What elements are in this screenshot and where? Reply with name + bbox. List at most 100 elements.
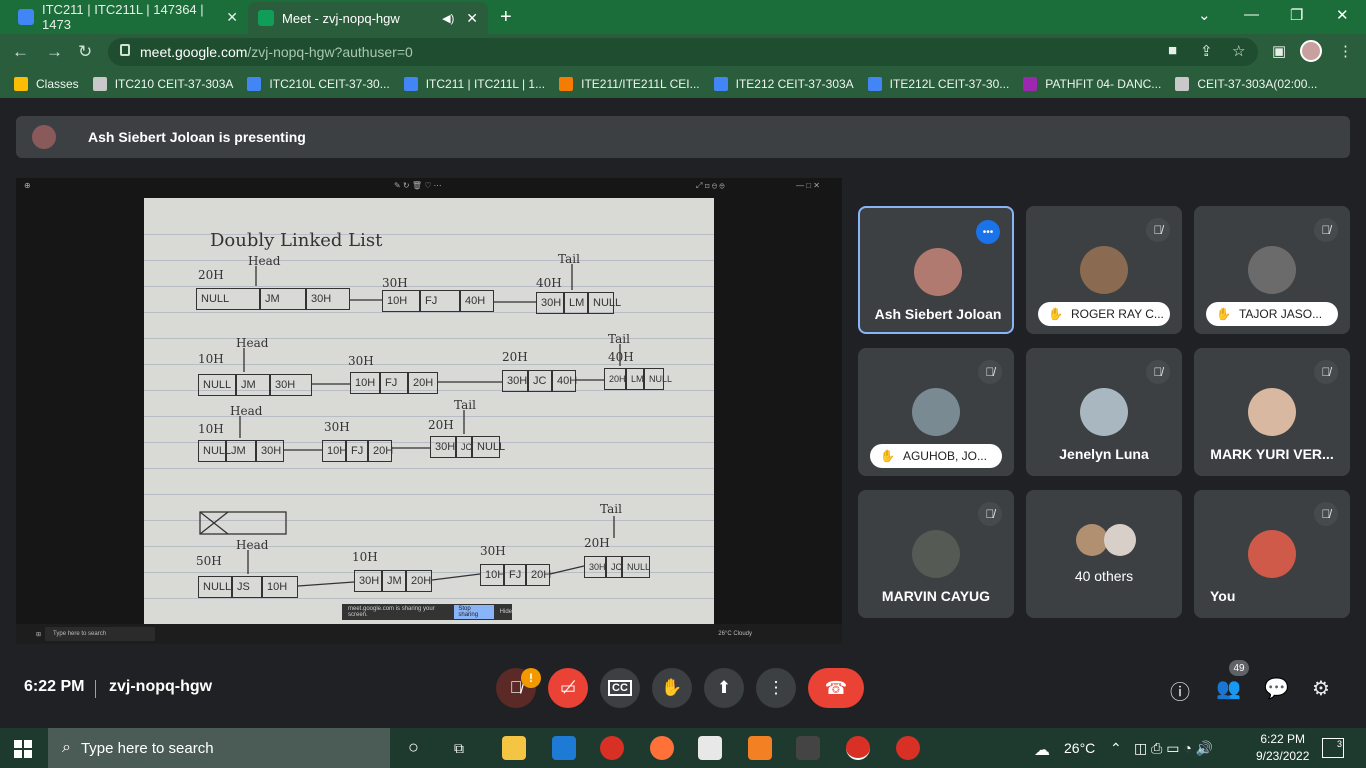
restore-button[interactable]: ❐ <box>1290 6 1303 24</box>
close-window-button[interactable]: ✕ <box>1336 6 1349 24</box>
menu-icon[interactable]: ⋮ <box>1338 42 1353 60</box>
browser-tab-meet[interactable]: Meet - zvj-nopq-hgw ◀) ✕ <box>248 2 488 34</box>
participant-avatar <box>912 388 960 436</box>
new-tab-button[interactable]: + <box>500 6 512 29</box>
bookmark-label: ITE211/ITE211L CEI... <box>581 77 700 91</box>
minimize-button[interactable]: — <box>1244 6 1259 23</box>
hand-icon: ✋ <box>661 678 683 697</box>
bookmark-item[interactable]: ITE211/ITE211L CEI... <box>559 77 700 91</box>
meet-stage: Ash Siebert Joloan is presenting ⊕ ✎ ↻ 🗑… <box>0 98 1366 728</box>
lock-icon <box>120 44 130 56</box>
bookmark-item[interactable]: CEIT-37-303A(02:00... <box>1175 77 1317 91</box>
bookmark-item[interactable]: ITC210 CEIT-37-303A <box>92 77 234 91</box>
end-call-button[interactable]: ☎ <box>808 668 864 708</box>
alert-badge: ! <box>521 668 541 688</box>
participant-tile[interactable]: ••• Ash Siebert Joloan <box>858 206 1014 334</box>
meeting-details-icon[interactable]: ⓘ <box>1170 676 1190 705</box>
cortana-icon[interactable]: ○ <box>408 737 419 758</box>
bookmark-icon <box>92 77 107 91</box>
forward-button[interactable]: → <box>46 42 63 62</box>
side-panel-icon[interactable]: ▣ <box>1272 42 1286 60</box>
sublime-text-icon[interactable] <box>748 736 772 760</box>
camera-toggle-button[interactable]: ▭̸ <box>548 668 588 708</box>
participant-count-badge: 49 <box>1229 660 1249 676</box>
bookmark-icon <box>867 77 882 91</box>
bookmark-label: ITC210 CEIT-37-303A <box>114 77 234 91</box>
participant-name: TAJOR JASO... <box>1238 307 1323 321</box>
bookmark-icon <box>247 77 262 91</box>
reload-button[interactable]: ↻ <box>78 42 92 62</box>
shared-screen[interactable]: ⊕ ✎ ↻ 🗑 ♡ ⋯ ⤢ ⊡ ⊖ ⊕ — □ ✕ Doubly Linked … <box>16 178 842 644</box>
bookmark-item[interactable]: ITC211 | ITC211L | 1... <box>403 77 545 91</box>
game-app-icon[interactable] <box>796 736 820 760</box>
hand-icon: ✋ <box>880 449 895 463</box>
hide-button[interactable]: Hide <box>500 609 512 615</box>
participant-tile[interactable]: 🎙̸ Jenelyn Luna <box>1026 348 1182 476</box>
speaker-icon[interactable]: ◀) <box>442 12 454 25</box>
chat-icon[interactable]: 💬 <box>1264 676 1289 701</box>
participant-avatar <box>1080 246 1128 294</box>
bookmark-item[interactable]: ITE212L CEIT-37-30... <box>867 77 1009 91</box>
office-app-icon[interactable] <box>698 736 722 760</box>
divider <box>95 680 96 698</box>
participant-name: You <box>1210 588 1236 604</box>
meeting-time: 6:22 PM <box>24 678 85 695</box>
close-icon[interactable]: ✕ <box>226 9 238 26</box>
clock-time: 6:22 PM <box>1260 732 1306 746</box>
tab-label: Meet - zvj-nopq-hgw <box>282 10 400 26</box>
captions-button[interactable]: CC <box>600 668 640 708</box>
url-path: /zvj-nopq-hgw?authuser=0 <box>247 44 413 60</box>
participant-tile[interactable]: 🎙̸ MARK YURI VER... <box>1194 348 1350 476</box>
hand-icon: ✋ <box>1216 307 1231 321</box>
bookmark-item[interactable]: PATHFIT 04- DANC... <box>1023 77 1161 91</box>
bookmark-item[interactable]: Classes <box>14 77 79 91</box>
stop-sharing-button[interactable]: Stop sharing <box>454 605 494 619</box>
more-options-button[interactable]: ⋮ <box>756 668 796 708</box>
profile-avatar[interactable] <box>1300 40 1322 62</box>
viewer-controls-icon: ⤢ ⊡ ⊖ ⊕ <box>696 181 725 190</box>
address-bar[interactable]: meet.google.com /zvj-nopq-hgw?authuser=0 <box>108 38 1258 66</box>
camera-icon[interactable]: ■ <box>1168 42 1177 59</box>
bookmark-item[interactable]: ITC210L CEIT-37-30... <box>247 77 390 91</box>
people-icon[interactable]: 👥 <box>1216 676 1241 701</box>
notification-center-icon[interactable]: 3 <box>1322 738 1344 758</box>
self-tile[interactable]: 🎙̸ You <box>1194 490 1350 618</box>
participant-tile[interactable]: 🎙̸ ✋ TAJOR JASO... <box>1194 206 1350 334</box>
taskbar-search[interactable]: ⌕ Type here to search <box>48 728 390 768</box>
tab-label: ITC211 | ITC211L | 147364 | 1473 <box>42 2 204 32</box>
close-icon[interactable]: ✕ <box>466 10 478 27</box>
bookmark-star-icon[interactable]: ☆ <box>1232 42 1245 60</box>
participant-avatar <box>914 248 962 296</box>
participant-tile[interactable]: 🎙̸ ✋ ROGER RAY C... <box>1026 206 1182 334</box>
chrome-window-icon[interactable] <box>846 736 870 760</box>
bookmark-item[interactable]: ITE212 CEIT-37-303A <box>713 77 854 91</box>
more-vert-icon: ⋮ <box>767 678 785 697</box>
windows-icon: ⊞ <box>36 631 42 638</box>
raise-hand-button[interactable]: ✋ <box>652 668 692 708</box>
handwritten-arrows <box>199 264 621 587</box>
mail-icon[interactable] <box>552 736 576 760</box>
bookmark-label: PATHFIT 04- DANC... <box>1045 77 1162 91</box>
mic-off-icon: 🎙̸ <box>1314 360 1338 384</box>
back-button[interactable]: ← <box>12 42 29 62</box>
browser-tab-itc211[interactable]: ITC211 | ITC211L | 147364 | 1473 ✕ <box>8 0 248 34</box>
others-count: 40 others <box>1074 568 1134 584</box>
share-icon[interactable]: ⇪ <box>1200 42 1213 60</box>
participant-name: AGUHOB, JO... <box>902 449 987 463</box>
chrome-icon[interactable] <box>600 736 624 760</box>
task-view-icon[interactable]: ⧉ <box>454 740 464 757</box>
windows-start-icon[interactable] <box>14 740 32 758</box>
system-clock[interactable]: 6:22 PM 9/23/2022 <box>1256 731 1309 765</box>
firefox-icon[interactable] <box>650 736 674 760</box>
others-tile[interactable]: 40 others <box>1026 490 1182 618</box>
mic-off-icon: 🎙̸ <box>1146 218 1170 242</box>
present-button[interactable]: ⬆ <box>704 668 744 708</box>
chevron-up-icon[interactable]: ⌃ <box>1110 740 1122 757</box>
tab-search-icon[interactable]: ⌄ <box>1198 6 1211 24</box>
participant-tile[interactable]: 🎙̸ ✋ AGUHOB, JO... <box>858 348 1014 476</box>
file-explorer-icon[interactable] <box>502 736 526 760</box>
tray-icons[interactable]: ◫ ⎙ ▭ ◔ 🔊 <box>1134 740 1213 757</box>
chrome-window-icon[interactable] <box>896 736 920 760</box>
activities-icon[interactable]: ⚙ <box>1312 676 1330 701</box>
participant-tile[interactable]: 🎙̸ MARVIN CAYUG <box>858 490 1014 618</box>
